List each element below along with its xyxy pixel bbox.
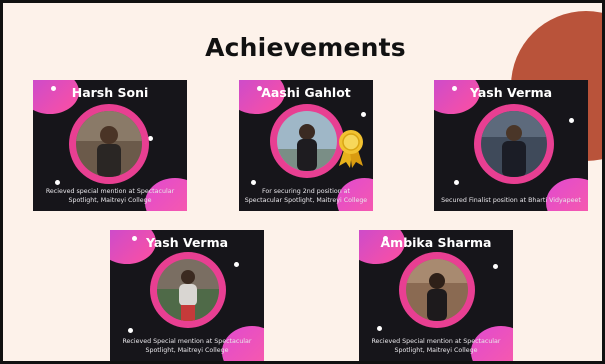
avatar xyxy=(76,111,142,177)
medal-icon xyxy=(339,130,363,168)
achievement-card-ambika-sharma: Ambika Sharma Recieved Special mention a… xyxy=(359,230,513,361)
avatar xyxy=(481,111,547,177)
achievement-card-yash-verma: Yash Verma Secured Finalist position at … xyxy=(434,80,588,211)
achievement-caption: For securing 2nd position at Spectacular… xyxy=(244,188,368,204)
achievement-caption: Recieved Special mention at Spectacular … xyxy=(371,338,501,354)
avatar xyxy=(406,259,468,321)
achiever-name: Ambika Sharma xyxy=(380,235,492,250)
page-title: Achievements xyxy=(205,33,406,62)
avatar xyxy=(277,111,337,171)
achievement-card-harsh-soni: Harsh Soni Recieved special mention at S… xyxy=(33,80,187,211)
avatar xyxy=(157,259,219,321)
achievement-card-aashi-gahlot: Aashi Gahlot For securing 2nd position a… xyxy=(239,80,373,211)
achiever-name: Yash Verma xyxy=(469,85,553,100)
achievement-card-yash-verma-2: Yash Verma Recieved Special mention at S… xyxy=(110,230,264,361)
achievement-caption: Recieved special mention at Spectacular … xyxy=(45,188,175,204)
slide: Achievements Harsh Soni Recieved special… xyxy=(0,0,605,364)
achievement-caption: Secured Finalist position at Bharti Vidy… xyxy=(441,197,581,204)
achievement-caption: Recieved Special mention at Spectacular … xyxy=(122,338,252,354)
achiever-name: Yash Verma xyxy=(145,235,229,250)
achiever-name: Aashi Gahlot xyxy=(261,85,351,100)
achiever-name: Harsh Soni xyxy=(71,85,149,100)
